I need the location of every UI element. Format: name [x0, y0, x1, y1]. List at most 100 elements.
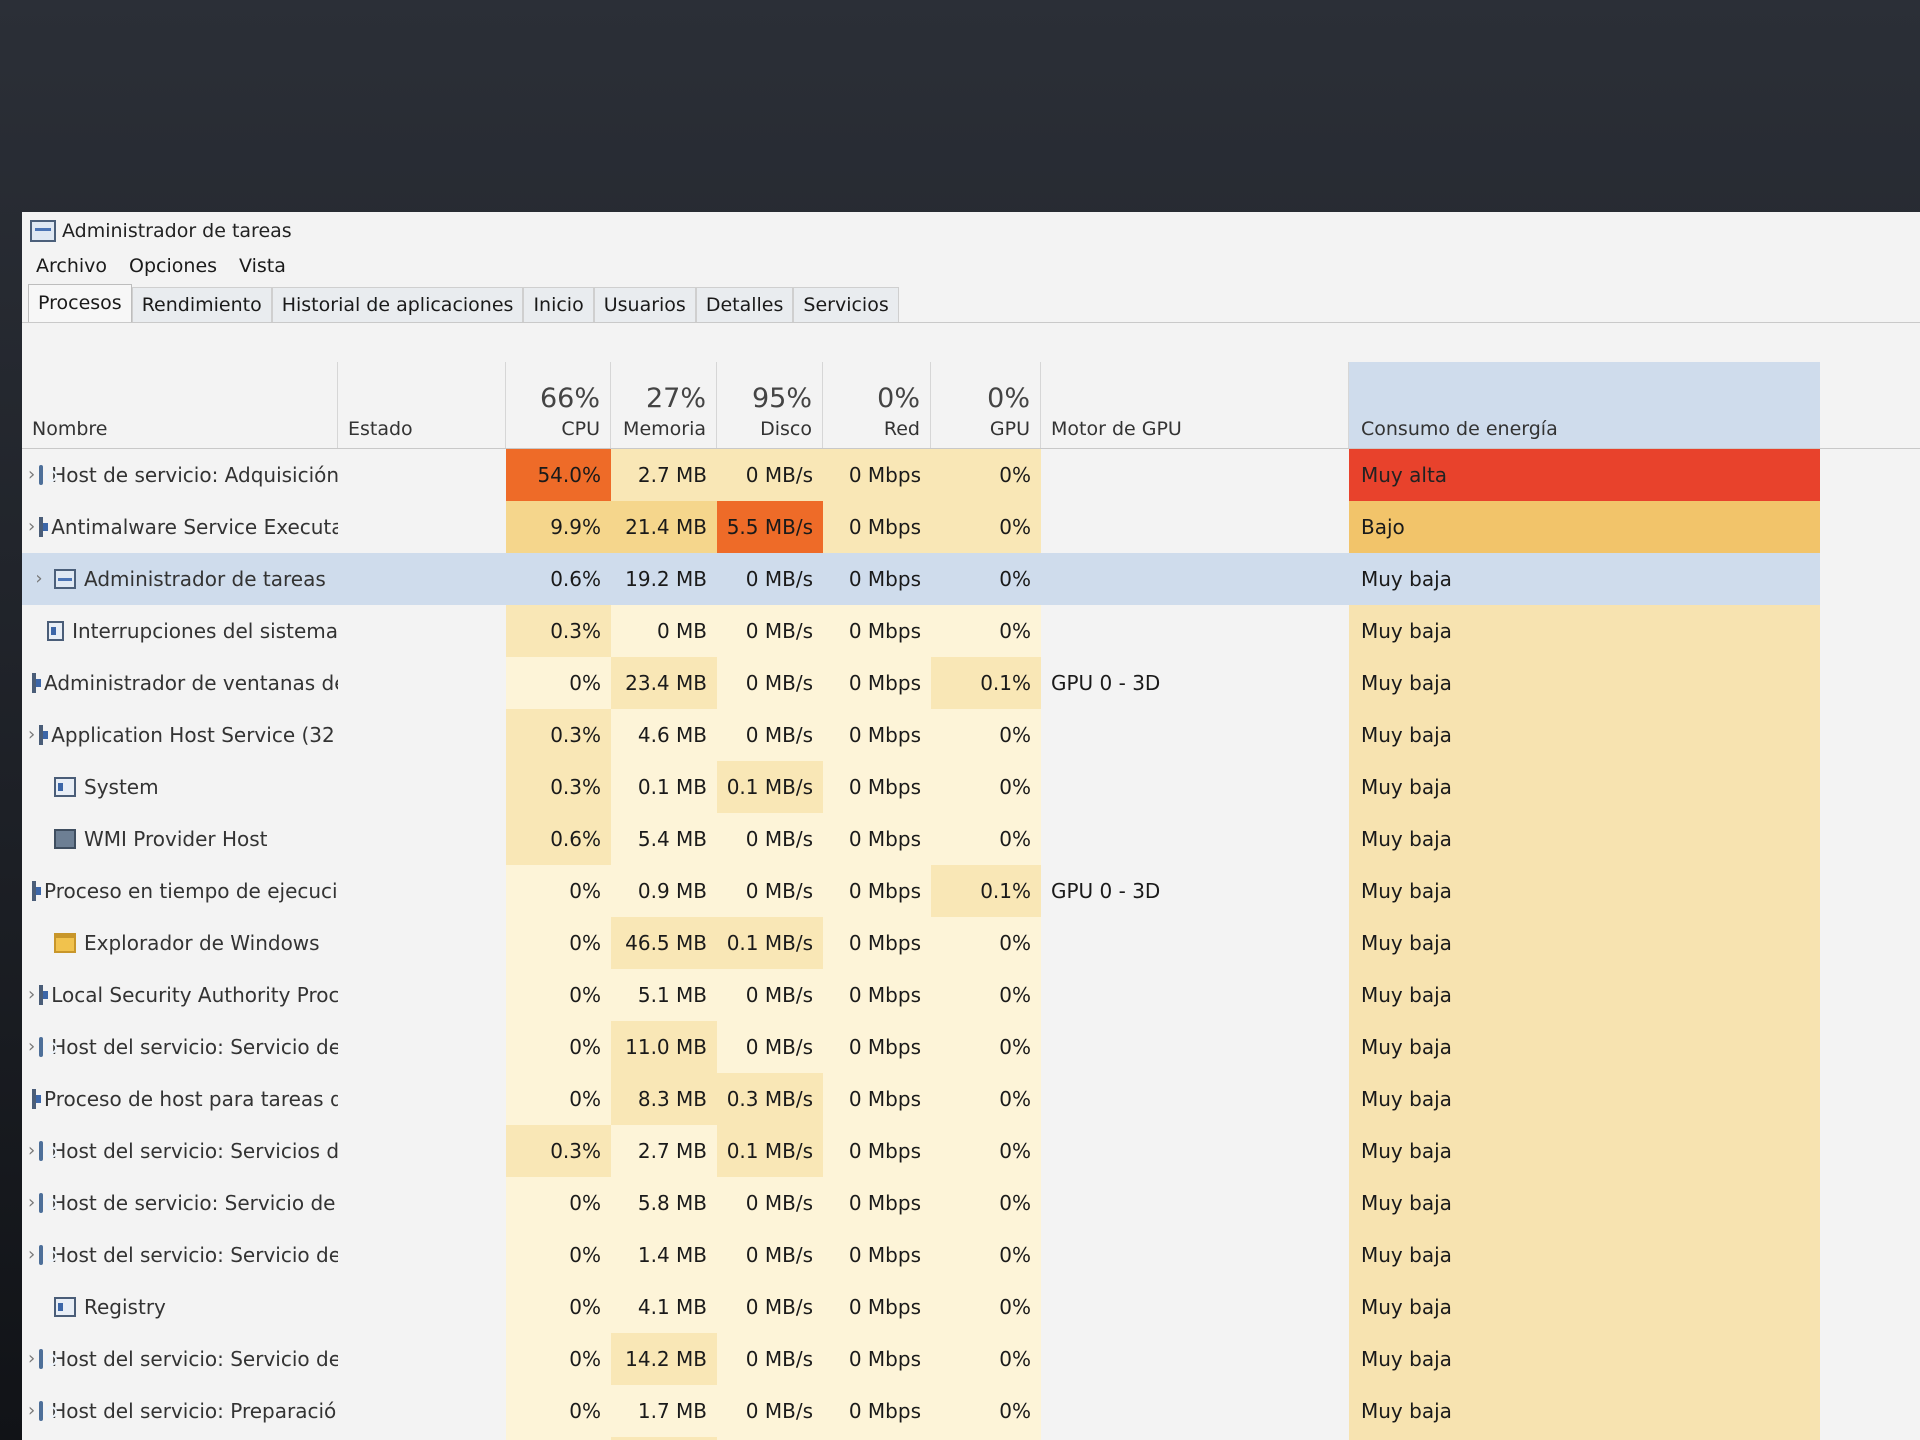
process-name-cell: › Administrador de tareas: [22, 553, 338, 605]
table-row[interactable]: › Antimalware Service Executable 9.9%21.4 …: [22, 501, 1920, 553]
table-row[interactable]: › Host del servicio: Servicio de dir... 0%…: [22, 1021, 1920, 1073]
table-row[interactable]: ›Host del servicio: Servicio de al...0%1…: [22, 1229, 1920, 1281]
table-row[interactable]: ›Local Security Authority Process...0%5.…: [22, 969, 1920, 1021]
column-header-gpu-engine[interactable]: Motor de GPU: [1041, 362, 1349, 448]
process-name: Registry: [84, 1295, 166, 1319]
table-row[interactable]: WMI Provider Host 0.6% 5.4 MB 0 MB/s 0 Mbps 0…: [22, 813, 1920, 865]
chevron-right-icon[interactable]: ›: [28, 1385, 35, 1437]
column-header-gpu[interactable]: 0% GPU: [931, 362, 1041, 448]
process-gpu: 0%: [931, 1229, 1041, 1281]
chevron-right-icon[interactable]: ›: [28, 449, 35, 501]
process-network: 0 Mbps: [823, 1385, 931, 1437]
process-network: 0 Mbps: [823, 1281, 931, 1333]
process-gpu: 0%: [931, 761, 1041, 813]
tab-historial[interactable]: Historial de aplicaciones: [271, 287, 524, 322]
process-network: 0 Mbps: [823, 917, 931, 969]
process-gpu-engine: [1041, 605, 1349, 657]
table-row[interactable]: Explorador de Windows 0% 46.5 MB 0.1 MB/s 0 …: [22, 917, 1920, 969]
process-status: [338, 969, 506, 1021]
tab-detalles[interactable]: Detalles: [695, 287, 794, 322]
process-network: 0 Mbps: [823, 501, 931, 553]
process-memory: 1.7 MB: [611, 1385, 717, 1437]
process-status: [338, 917, 506, 969]
process-table: Nombre Estado 66% CPU 27% Memoria 95% Di…: [22, 362, 1920, 1440]
column-header-network[interactable]: 0% Red: [823, 362, 931, 448]
process-status: [338, 1385, 506, 1437]
process-gpu-engine: [1041, 1385, 1349, 1437]
process-gpu: 0%: [931, 709, 1041, 761]
column-header-cpu[interactable]: 66% CPU: [506, 362, 611, 448]
process-cpu: 0%: [506, 917, 611, 969]
menu-opciones[interactable]: Opciones: [129, 255, 217, 277]
chevron-right-icon[interactable]: ›: [28, 1177, 35, 1229]
menu-vista[interactable]: Vista: [239, 255, 286, 277]
process-memory: 4.1 MB: [611, 1281, 717, 1333]
process-cpu: 0%: [506, 657, 611, 709]
process-power-usage: Bajo: [1349, 501, 1820, 553]
process-memory: 0.1 MB: [611, 761, 717, 813]
process-memory: 46.5 MB: [611, 917, 717, 969]
process-name: Interrupciones del sistema: [72, 619, 338, 643]
table-row[interactable]: › Administrador de tareas 0.6% 19.2 MB 0 MB/…: [22, 553, 1920, 605]
tab-servicios[interactable]: Servicios: [793, 287, 899, 322]
process-gpu: 0%: [931, 1177, 1041, 1229]
table-row[interactable]: Proceso en tiempo de ejecución... 0%0.9 M…: [22, 865, 1920, 917]
table-row[interactable]: Administrador de ventanas del ... 0%23.4 …: [22, 657, 1920, 709]
chevron-right-icon[interactable]: ›: [28, 1229, 35, 1281]
chevron-right-icon[interactable]: ›: [28, 553, 50, 605]
process-name-cell: Proceso en tiempo de ejecución...: [22, 865, 338, 917]
process-name-cell: › Host del servicio: Preparación d...: [22, 1385, 338, 1437]
process-cpu: 0.3%: [506, 1125, 611, 1177]
table-row[interactable]: Interrupciones del sistema 0.3% 0 MB 0 MB/s…: [22, 605, 1920, 657]
table-row[interactable]: ›Host del servicio: Preparación d...0%1.…: [22, 1385, 1920, 1437]
column-header-name[interactable]: Nombre: [22, 362, 338, 448]
process-power-usage: Muy baja: [1349, 553, 1820, 605]
process-memory: 2.7 MB: [611, 1125, 717, 1177]
process-network: 0 Mbps: [823, 761, 931, 813]
column-header-power[interactable]: Consumo de energía: [1349, 362, 1820, 448]
process-status: [338, 501, 506, 553]
menu-archivo[interactable]: Archivo: [36, 255, 107, 277]
column-header-status[interactable]: Estado: [338, 362, 506, 448]
tab-usuarios[interactable]: Usuarios: [593, 287, 696, 322]
table-row[interactable]: › Application Host Service (32 bits) 0.3%4…: [22, 709, 1920, 761]
process-gpu: 0%: [931, 813, 1041, 865]
process-gpu-engine: [1041, 761, 1349, 813]
table-row[interactable]: Proceso de host para tareas de ...0%8.3 …: [22, 1073, 1920, 1125]
tab-bar: Procesos Rendimiento Historial de aplica…: [22, 282, 1920, 323]
window-icon: [32, 881, 41, 901]
chevron-right-icon[interactable]: ›: [28, 501, 35, 553]
process-cpu: 0%: [506, 969, 611, 1021]
process-power-usage: Muy baja: [1349, 1021, 1820, 1073]
process-cpu: 54.0%: [506, 449, 611, 501]
column-header-memory[interactable]: 27% Memoria: [611, 362, 717, 448]
tab-inicio[interactable]: Inicio: [523, 287, 594, 322]
table-row[interactable]: ›Host del servicio: Servicio de re...0%1…: [22, 1333, 1920, 1385]
process-memory: 0.9 MB: [611, 865, 717, 917]
column-header-disk[interactable]: 95% Disco: [717, 362, 823, 448]
process-disk: 0.3 MB/s: [717, 1073, 823, 1125]
table-row[interactable]: › Host de servicio: Adquisición de... 54.0…: [22, 449, 1920, 501]
table-row[interactable]: ›Host de servicio: Servicio de red0%5.8 …: [22, 1177, 1920, 1229]
table-row[interactable]: Registry 0% 4.1 MB 0 MB/s 0 Mbps 0% Muy baja: [22, 1281, 1920, 1333]
process-name: Application Host Service (32 bits): [51, 723, 338, 747]
chevron-right-icon[interactable]: ›: [28, 1125, 35, 1177]
tab-rendimiento[interactable]: Rendimiento: [131, 287, 272, 322]
chevron-right-icon[interactable]: ›: [28, 1333, 35, 1385]
gear-icon: [39, 1349, 58, 1369]
table-row[interactable]: › Host del servicio: Servicios de ci... 0.…: [22, 1125, 1920, 1177]
process-name: Host del servicio: Servicio de re...: [51, 1347, 338, 1371]
chevron-right-icon[interactable]: ›: [28, 709, 35, 761]
process-disk: 0 MB/s: [717, 553, 823, 605]
process-power-usage: Muy baja: [1349, 969, 1820, 1021]
table-row[interactable]: System 0.3% 0.1 MB 0.1 MB/s 0 Mbps 0% Muy baja: [22, 761, 1920, 813]
chevron-right-icon[interactable]: ›: [28, 1021, 35, 1073]
process-network: 0 Mbps: [823, 709, 931, 761]
process-memory: 0 MB: [611, 605, 717, 657]
process-network: 0 Mbps: [823, 1125, 931, 1177]
gpu-column-label: GPU: [989, 418, 1030, 440]
menu-bar: Archivo Opciones Vista: [22, 250, 1920, 282]
tab-procesos[interactable]: Procesos: [28, 284, 132, 322]
chevron-right-icon[interactable]: ›: [28, 969, 35, 1021]
window-icon: [39, 985, 49, 1005]
